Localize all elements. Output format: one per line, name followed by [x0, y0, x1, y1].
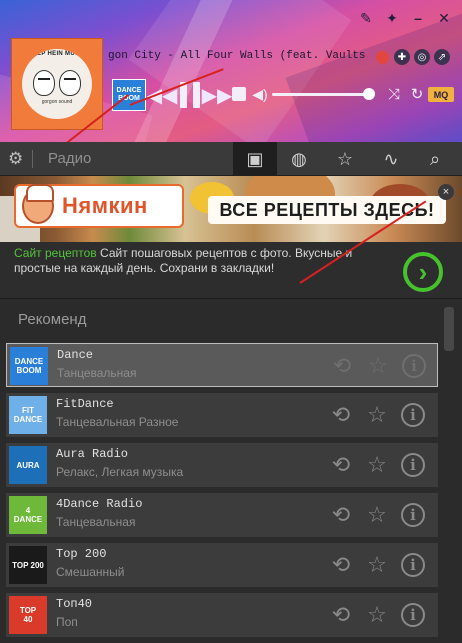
- history-icon[interactable]: ⟲: [328, 452, 354, 478]
- station-name: 4Dance Radio: [56, 497, 143, 511]
- search-icon[interactable]: ⌕: [422, 148, 448, 170]
- ad-brand: Нямкин: [62, 193, 148, 218]
- station-thumb-line1: 4: [25, 506, 31, 515]
- nav-divider: [32, 150, 33, 168]
- ad-go-button[interactable]: ›: [403, 252, 443, 292]
- face-illustration: [33, 69, 55, 96]
- station-thumb-line1: AURA: [16, 460, 40, 470]
- station-name: Top 200: [56, 547, 107, 561]
- favorites-tab-icon[interactable]: ☆: [323, 142, 367, 176]
- station-row[interactable]: TOP 200 Top 200 Смешанный ⟲ ☆ i: [6, 543, 438, 587]
- star-icon[interactable]: ☆: [364, 502, 390, 528]
- section-title: Рекоменд: [18, 311, 87, 328]
- station-row[interactable]: 4 DANCE 4Dance Radio Танцевальная ⟲ ☆ i: [6, 493, 438, 537]
- info-icon[interactable]: i: [400, 602, 426, 628]
- station-thumbnail: FIT DANCE: [9, 396, 47, 434]
- station-name: FitDance: [56, 397, 114, 411]
- radio-tab-icon[interactable]: ▣: [233, 142, 277, 176]
- volume-knob[interactable]: [362, 88, 375, 100]
- quality-badge[interactable]: MQ: [428, 87, 454, 102]
- player-header: ✎ ✦ – ✕ DEEP HEIN MUSIC gorgon sound gon…: [0, 0, 462, 142]
- station-thumb-line1: TOP: [19, 606, 37, 615]
- repeat-icon[interactable]: ↻: [408, 85, 426, 103]
- shuffle-icon[interactable]: ⤨: [383, 85, 405, 103]
- station-row[interactable]: DANCE BOOM Dance Танцевальная ⟲ ☆ i: [6, 343, 438, 387]
- cover-art: DEEP HEIN MUSIC gorgon sound: [22, 49, 92, 119]
- nav-label: Радио: [48, 150, 92, 167]
- history-icon[interactable]: ⟲: [328, 602, 354, 628]
- cover-faces: [33, 69, 81, 96]
- station-thumbnail: TOP 40: [9, 596, 47, 634]
- station-row[interactable]: FIT DANCE FitDance Танцевальная Разное ⟲ ☆ i: [6, 393, 438, 437]
- station-thumbnail: DANCE BOOM: [10, 347, 48, 385]
- close-icon[interactable]: ✕: [434, 8, 454, 28]
- station-thumb-line2: 40: [23, 615, 33, 624]
- wrench-icon[interactable]: ✎: [356, 8, 376, 28]
- window-controls: ✎ ✦ – ✕: [356, 8, 454, 28]
- nav-bar: ⚙ Радио ▣ ◍ ☆ ∿ ⌕: [0, 142, 462, 176]
- ad-image[interactable]: Нямкин ВСЕ РЕЦЕПТЫ ЗДЕСЬ! ×: [0, 176, 462, 242]
- history-icon[interactable]: ⟲: [329, 353, 355, 379]
- star-icon[interactable]: ☆: [364, 552, 390, 578]
- ad-link[interactable]: Сайт рецептов: [14, 246, 97, 260]
- station-thumbnail: TOP 200: [9, 546, 47, 584]
- history-icon[interactable]: ⟲: [328, 502, 354, 528]
- pin-icon[interactable]: ✦: [382, 8, 402, 28]
- station-thumb-line1: DANCE: [14, 357, 44, 366]
- info-icon[interactable]: i: [400, 552, 426, 578]
- info-icon[interactable]: i: [400, 402, 426, 428]
- chef-icon: [22, 184, 54, 224]
- station-thumb-line1: TOP 200: [12, 560, 44, 570]
- cover-title: DEEP HEIN MUSIC: [28, 51, 86, 57]
- equalizer-tab-icon[interactable]: ∿: [369, 142, 413, 176]
- gear-icon[interactable]: ⚙: [8, 150, 26, 168]
- scrollbar[interactable]: [444, 307, 454, 351]
- next-icon[interactable]: ▶▶: [202, 84, 233, 107]
- station-name: Aura Radio: [56, 447, 129, 461]
- ad-logo: Нямкин: [14, 184, 184, 228]
- station-genre: Танцевальная Разное: [56, 415, 179, 429]
- station-name: Dance: [57, 348, 94, 362]
- info-icon[interactable]: i: [400, 452, 426, 478]
- info-icon[interactable]: i: [400, 502, 426, 528]
- stop-icon[interactable]: [232, 87, 246, 101]
- station-thumb-line1: DANCE: [116, 87, 142, 94]
- station-name: Топ40: [56, 597, 93, 611]
- volume-slider[interactable]: [272, 93, 374, 96]
- record-icon[interactable]: [376, 51, 389, 64]
- volume-icon[interactable]: ◀): [251, 86, 269, 102]
- station-thumbnail: AURA: [9, 446, 47, 484]
- star-icon[interactable]: ☆: [364, 452, 390, 478]
- album-cover: DEEP HEIN MUSIC gorgon sound: [11, 38, 103, 130]
- station-genre: Танцевальная: [57, 366, 137, 380]
- minimize-icon[interactable]: –: [408, 8, 428, 28]
- station-thumb-line2: DANCE: [13, 515, 43, 524]
- station-thumb-line1: FIT: [22, 406, 34, 415]
- gamepad-icon[interactable]: ✚: [394, 49, 410, 65]
- face-illustration: [59, 69, 81, 96]
- station-genre: Релакс, Легкая музыка: [56, 465, 184, 479]
- station-thumbnail: 4 DANCE: [9, 496, 47, 534]
- station-thumb-line2: BOOM: [16, 366, 42, 375]
- ad-close-icon[interactable]: ×: [438, 184, 454, 200]
- info-icon[interactable]: i: [401, 353, 427, 379]
- star-icon[interactable]: ☆: [365, 353, 391, 379]
- share-icon[interactable]: ⇗: [434, 49, 450, 65]
- cover-subtitle: gorgon sound: [41, 98, 73, 105]
- station-genre: Смешанный: [56, 565, 125, 579]
- station-genre: Танцевальная: [56, 515, 136, 529]
- station-row[interactable]: AURA Aura Radio Релакс, Легкая музыка ⟲ ☆ i: [6, 443, 438, 487]
- chrome-icon[interactable]: ◎: [414, 49, 430, 65]
- history-icon[interactable]: ⟲: [328, 552, 354, 578]
- station-thumb-line2: DANCE: [13, 415, 43, 424]
- station-list: Рекоменд DANCE BOOM Dance Танцевальная ⟲ ☆ i FI…: [0, 298, 462, 643]
- disc-tab-icon[interactable]: ◍: [277, 142, 321, 176]
- station-genre: Поп: [56, 615, 78, 629]
- star-icon[interactable]: ☆: [364, 402, 390, 428]
- track-title: gon City - All Four Walls (feat. Vaults …: [108, 50, 370, 62]
- history-icon[interactable]: ⟲: [328, 402, 354, 428]
- ad-banner[interactable]: Нямкин ВСЕ РЕЦЕПТЫ ЗДЕСЬ! × Сайт рецепто…: [0, 176, 462, 298]
- station-row[interactable]: TOP 40 Топ40 Поп ⟲ ☆ i: [6, 593, 438, 637]
- star-icon[interactable]: ☆: [364, 602, 390, 628]
